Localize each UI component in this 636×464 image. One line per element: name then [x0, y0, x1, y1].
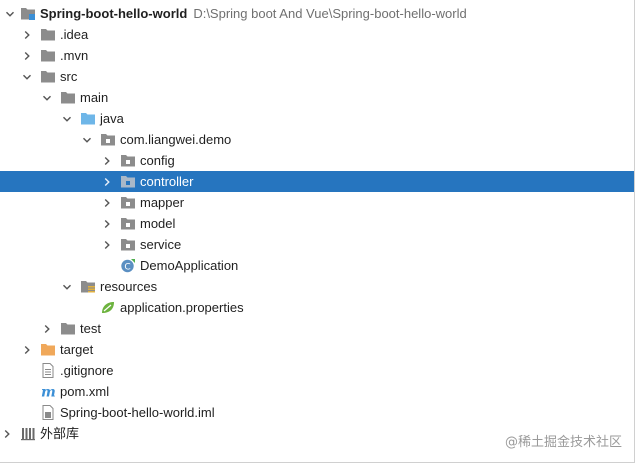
folder-icon [60, 321, 76, 336]
svg-text:m: m [41, 385, 56, 400]
tree-row-test[interactable]: test [0, 318, 634, 339]
watermark-text: @稀土掘金技术社区 [504, 435, 622, 450]
project-name-label: Spring-boot-hello-world D:\Spring boot An… [40, 6, 467, 21]
spring-properties-icon [100, 300, 116, 315]
tree-row-gitignore[interactable]: .gitignore [0, 360, 634, 381]
tree-item-label: resources [100, 279, 158, 294]
chevron-right-icon[interactable] [1, 423, 13, 444]
tree-item-label: DemoApplication [140, 258, 239, 273]
package-folder-icon [120, 237, 136, 252]
project-path-label: D:\Spring boot And Vue\Spring-boot-hello… [193, 6, 467, 21]
tree-item-label: pom.xml [60, 384, 110, 399]
chevron-right-icon[interactable] [101, 150, 113, 171]
project-tree-panel: Spring-boot-hello-world D:\Spring boot An… [0, 0, 635, 463]
chevron-right-icon[interactable] [21, 24, 33, 45]
tree-row-java[interactable]: java [0, 108, 634, 129]
tree-row-idea[interactable]: .idea [0, 24, 634, 45]
library-icon [20, 426, 36, 441]
tree-row-pom[interactable]: m pom.xml [0, 381, 634, 402]
tree-item-label: src [60, 69, 78, 84]
tree-item-label: Spring-boot-hello-world.iml [60, 405, 215, 420]
chevron-down-icon[interactable] [21, 66, 33, 87]
tree-row-resources[interactable]: resources [0, 276, 634, 297]
tree-row-mvn[interactable]: .mvn [0, 45, 634, 66]
tree-row-project-root[interactable]: Spring-boot-hello-world D:\Spring boot An… [0, 3, 634, 24]
tree-item-label: .gitignore [60, 363, 114, 378]
tree-item-label: controller [140, 174, 194, 189]
package-folder-icon [100, 132, 116, 147]
tree-item-label: 外部库 [40, 426, 80, 441]
tree-row-main[interactable]: main [0, 87, 634, 108]
tree-item-label: .idea [60, 27, 89, 42]
folder-icon [40, 48, 56, 63]
tree-item-label: service [140, 237, 182, 252]
folder-icon [60, 90, 76, 105]
chevron-down-icon[interactable] [41, 87, 53, 108]
chevron-down-icon[interactable] [81, 129, 93, 150]
tree-row-target[interactable]: target [0, 339, 634, 360]
package-folder-icon [120, 195, 136, 210]
excluded-folder-icon [40, 342, 56, 357]
chevron-right-icon[interactable] [101, 234, 113, 255]
source-folder-icon [80, 111, 96, 126]
tree-item-label: java [100, 111, 124, 126]
chevron-right-icon[interactable] [101, 171, 113, 192]
tree-item-label: config [140, 153, 175, 168]
folder-icon [40, 27, 56, 42]
tree-item-label: target [60, 342, 94, 357]
text-file-icon [40, 363, 56, 378]
spring-class-icon: C [120, 258, 136, 273]
module-file-icon [40, 405, 56, 420]
tree-row-service[interactable]: service [0, 234, 634, 255]
tree-row-config[interactable]: config [0, 150, 634, 171]
tree-item-label: application.properties [120, 300, 244, 315]
tree-item-label: .mvn [60, 48, 89, 63]
tree-item-label: mapper [140, 195, 185, 210]
maven-icon: m [40, 384, 56, 400]
chevron-right-icon[interactable] [101, 192, 113, 213]
tree-row-src[interactable]: src [0, 66, 634, 87]
svg-text:C: C [124, 263, 130, 273]
package-folder-icon [120, 216, 136, 231]
tree-item-label: com.liangwei.demo [120, 132, 232, 147]
tree-item-label: test [80, 321, 101, 336]
tree-row-controller[interactable]: controller [0, 171, 634, 192]
tree-item-label: model [140, 216, 176, 231]
package-folder-icon [120, 153, 136, 168]
chevron-down-icon[interactable] [61, 108, 73, 129]
chevron-down-icon[interactable] [4, 3, 16, 24]
folder-icon [40, 69, 56, 84]
tree-row-application-properties[interactable]: application.properties [0, 297, 634, 318]
tree-row-package[interactable]: com.liangwei.demo [0, 129, 634, 150]
tree-row-mapper[interactable]: mapper [0, 192, 634, 213]
chevron-right-icon[interactable] [21, 45, 33, 66]
tree-row-demo-application[interactable]: C DemoApplication [0, 255, 634, 276]
tree-item-label: main [80, 90, 109, 105]
chevron-right-icon[interactable] [21, 339, 33, 360]
tree-row-iml[interactable]: Spring-boot-hello-world.iml [0, 402, 634, 423]
chevron-right-icon[interactable] [101, 213, 113, 234]
resources-folder-icon [80, 279, 96, 294]
package-folder-icon [120, 174, 136, 189]
chevron-down-icon[interactable] [61, 276, 73, 297]
tree-row-model[interactable]: model [0, 213, 634, 234]
chevron-right-icon[interactable] [41, 318, 53, 339]
module-folder-icon [20, 6, 36, 21]
